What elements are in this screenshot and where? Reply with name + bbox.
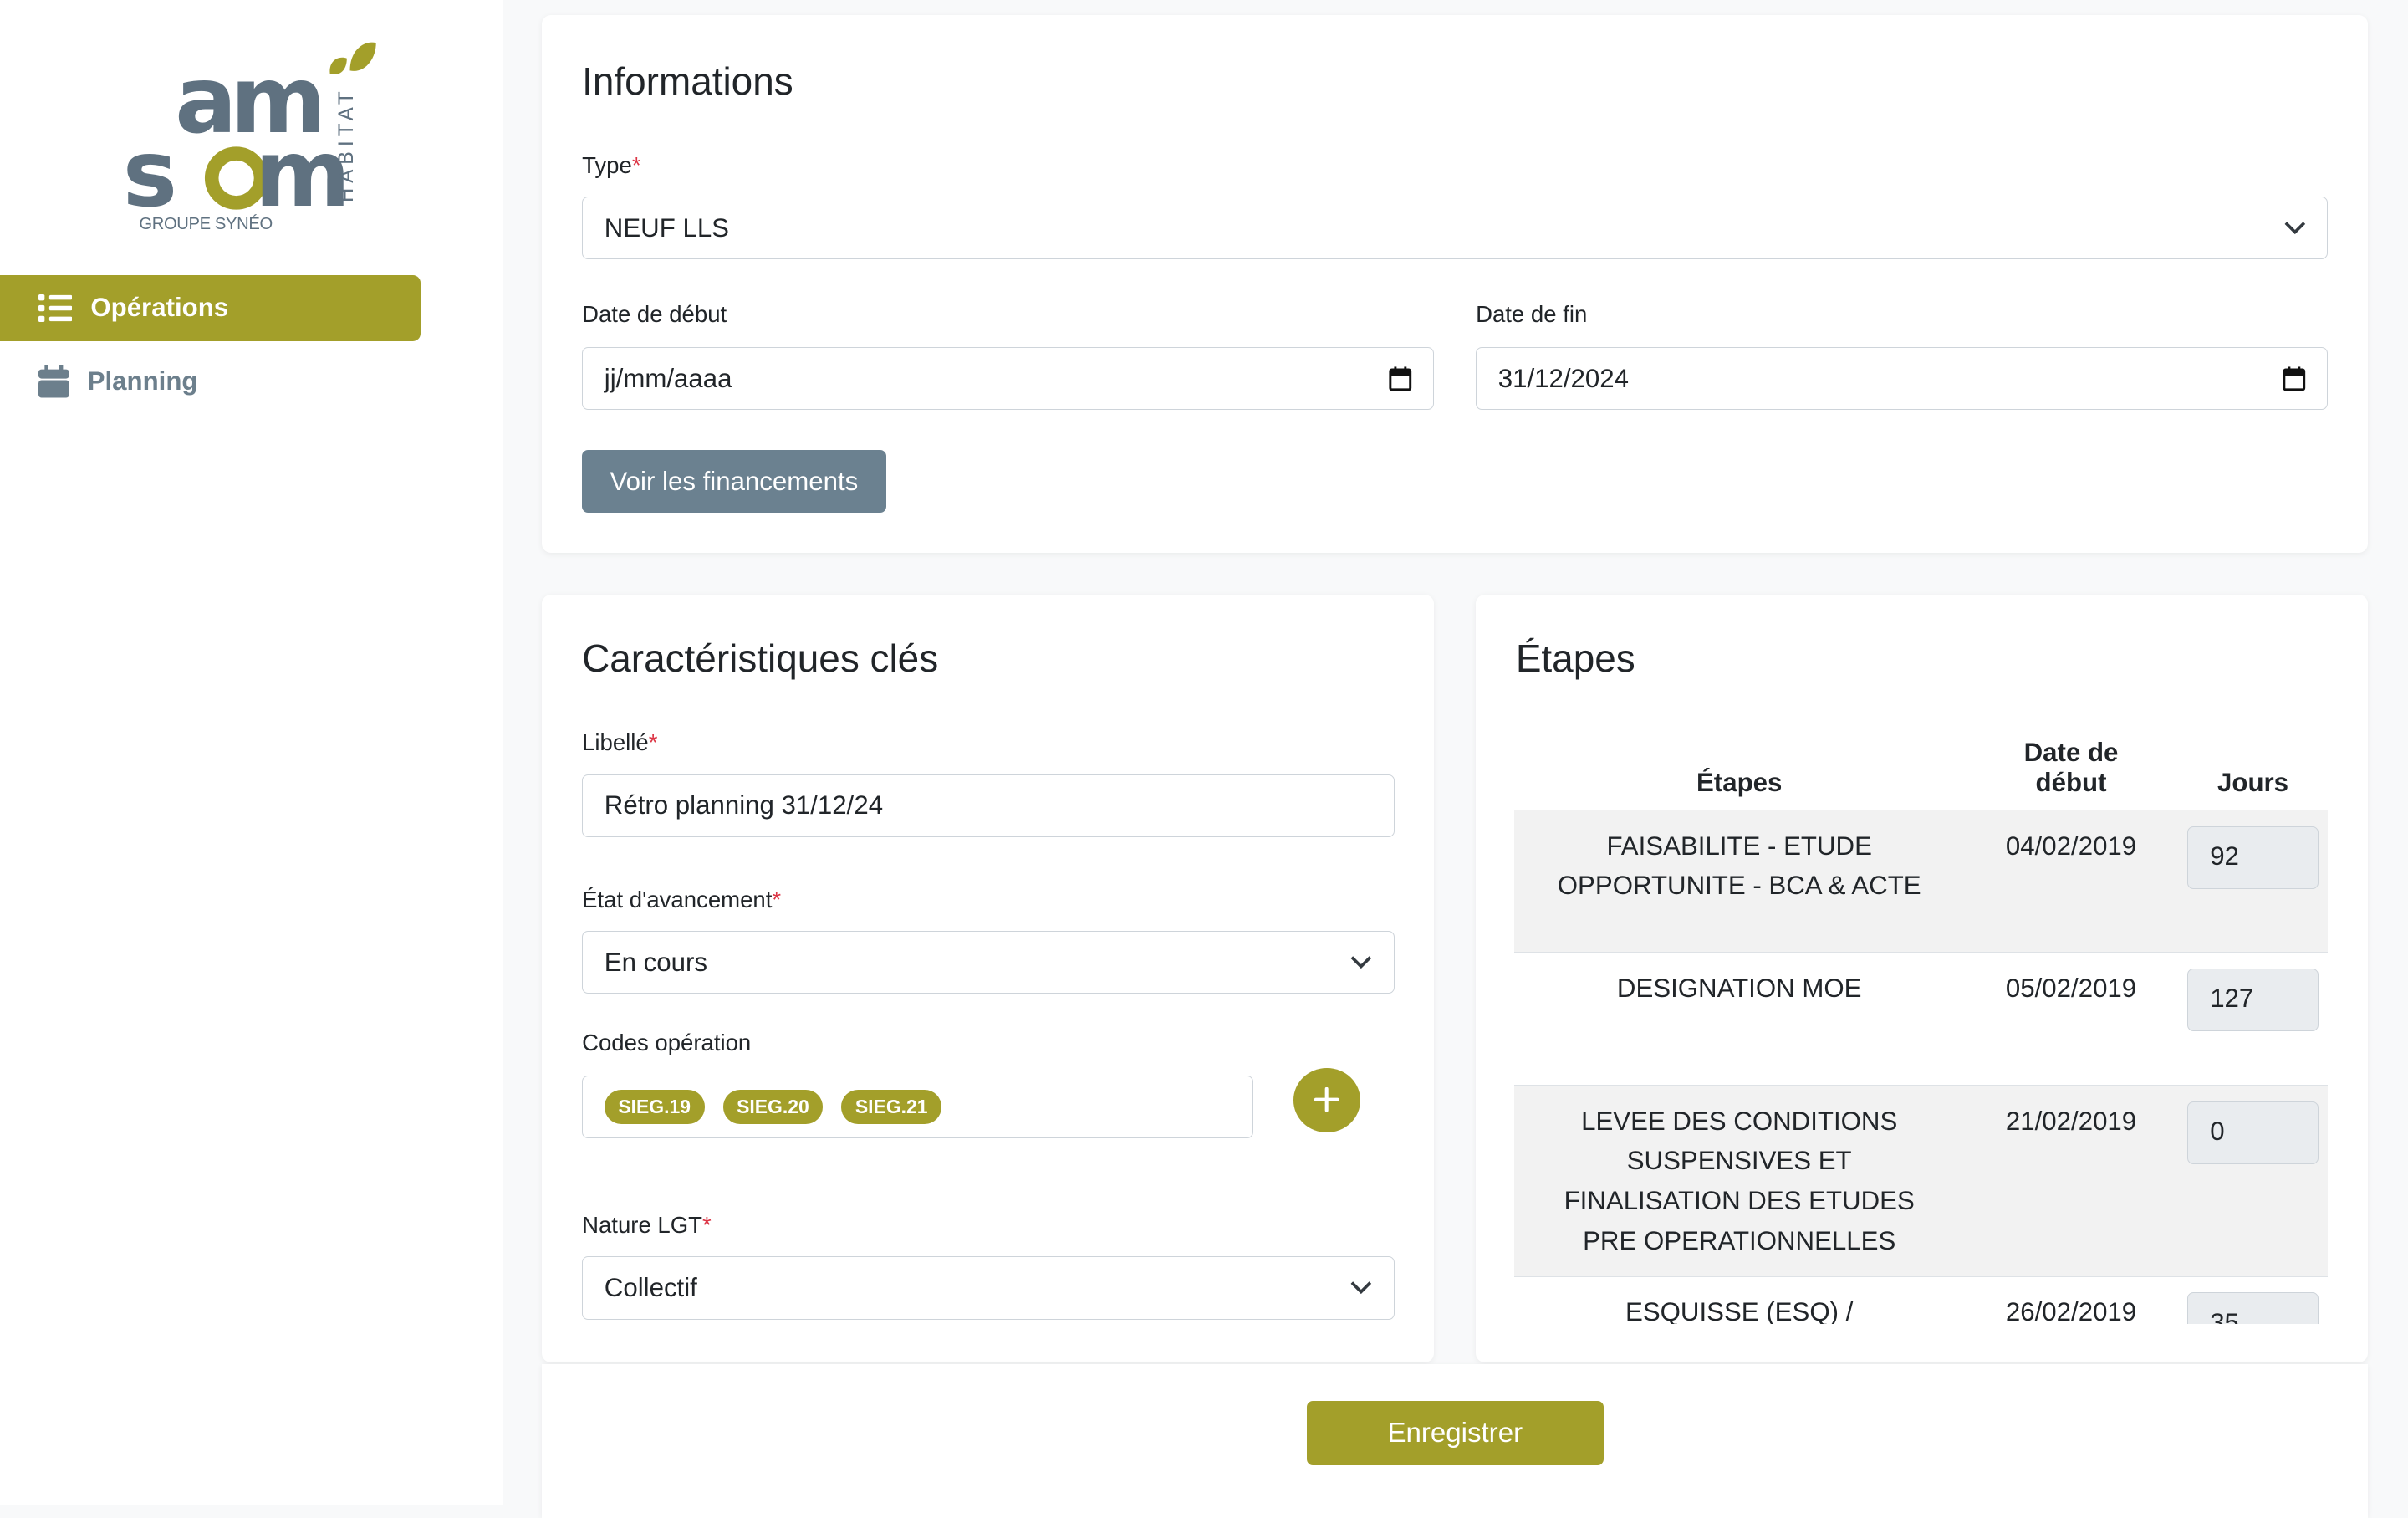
codes-input[interactable]: SIEG.19 SIEG.20 SIEG.21	[582, 1075, 1253, 1138]
nature-select-value: Collectif	[604, 1273, 697, 1303]
nature-select[interactable]: Collectif	[582, 1256, 1395, 1320]
end-date-label: Date de fin	[1476, 300, 1588, 327]
step-name: FAISABILITE - ETUDE OPPORTUNITE - BCA & …	[1513, 810, 1965, 953]
step-days-cell: 35	[2177, 1275, 2329, 1325]
type-select[interactable]: NEUF LLS	[582, 197, 2329, 260]
etapes-title: Étapes	[1515, 636, 1635, 681]
step-name: ESQUISSE (ESQ) / DIAGNOSTIC	[1513, 1275, 1965, 1325]
chevron-down-icon	[1350, 1281, 1372, 1295]
table-row: ESQUISSE (ESQ) / DIAGNOSTIC 26/02/2019 3…	[1513, 1275, 2329, 1325]
plus-icon	[1314, 1087, 1339, 1112]
step-date: 21/02/2019	[1964, 1085, 2178, 1277]
etapes-table-scroll[interactable]: Étapes Date de début Jours FAISABILITE -…	[1513, 724, 2329, 1325]
step-days-input[interactable]: 35	[2187, 1292, 2319, 1325]
svg-text:a: a	[175, 47, 237, 154]
step-name: LEVEE DES CONDITIONS SUSPENSIVES ET FINA…	[1513, 1085, 1965, 1277]
type-select-value: NEUF LLS	[604, 212, 730, 243]
nature-label: Nature LGT*	[582, 1212, 712, 1239]
table-row: LEVEE DES CONDITIONS SUSPENSIVES ET FINA…	[1513, 1085, 2329, 1277]
step-days-cell: 92	[2177, 810, 2329, 953]
column-header-etapes: Étapes	[1513, 724, 1965, 811]
type-label: Type*	[582, 151, 641, 178]
code-tag[interactable]: SIEG.19	[604, 1090, 705, 1124]
step-date: 26/02/2019	[1964, 1275, 2178, 1325]
step-days-input[interactable]: 92	[2187, 825, 2319, 889]
add-code-button[interactable]	[1293, 1067, 1361, 1132]
list-icon	[38, 294, 73, 322]
view-financing-button[interactable]: Voir les financements	[582, 450, 886, 514]
libelle-value: Rétro planning 31/12/24	[604, 790, 884, 820]
table-row: FAISABILITE - ETUDE OPPORTUNITE - BCA & …	[1513, 810, 2329, 953]
nav-item-label: Opérations	[90, 293, 229, 323]
step-days-cell: 127	[2177, 952, 2329, 1086]
calendar-icon	[38, 365, 69, 398]
step-days-input[interactable]: 127	[2187, 968, 2319, 1031]
end-date-value: 31/12/2024	[1497, 363, 1630, 393]
svg-text:HABITAT: HABITAT	[334, 87, 358, 202]
svg-text:s: s	[123, 120, 178, 227]
etat-select-value: En cours	[604, 947, 707, 977]
step-name: DESIGNATION MOE	[1513, 952, 1965, 1086]
calendar-icon[interactable]	[1389, 366, 1412, 391]
libelle-label: Libellé*	[582, 729, 658, 756]
nav-item-planning[interactable]: Planning	[0, 349, 421, 415]
start-date-label: Date de début	[582, 300, 727, 327]
start-date-value: jj/mm/aaaa	[604, 363, 732, 393]
table-row: DESIGNATION MOE 05/02/2019 127	[1513, 952, 2329, 1086]
chevron-down-icon	[2284, 222, 2306, 234]
etat-label: État d'avancement*	[582, 886, 782, 912]
logo-subtitle: GROUPE SYNÉO	[139, 215, 273, 234]
codes-label: Codes opération	[582, 1029, 752, 1055]
column-header-jours: Jours	[2177, 724, 2329, 811]
nav-item-operations[interactable]: Opérations	[0, 274, 421, 341]
libelle-input[interactable]: Rétro planning 31/12/24	[582, 774, 1395, 837]
step-days-cell: 0	[2177, 1085, 2329, 1277]
nav-item-label: Planning	[87, 366, 198, 396]
informations-title: Informations	[582, 59, 793, 103]
code-tag[interactable]: SIEG.21	[841, 1090, 942, 1124]
sidebar: a m s m HABITAT GROUPE SYNÉO Opérations …	[0, 0, 503, 1505]
column-header-date: Date de début	[1964, 724, 2178, 811]
save-button[interactable]: Enregistrer	[1307, 1401, 1604, 1466]
end-date-input[interactable]: 31/12/2024	[1476, 347, 2329, 411]
chevron-down-icon	[1350, 955, 1372, 969]
step-days-input[interactable]: 0	[2187, 1101, 2319, 1164]
step-date: 05/02/2019	[1964, 952, 2178, 1086]
etat-select[interactable]: En cours	[582, 931, 1395, 994]
calendar-icon[interactable]	[2283, 366, 2306, 391]
step-date: 04/02/2019	[1964, 810, 2178, 953]
code-tag[interactable]: SIEG.20	[722, 1090, 824, 1124]
amsom-logo: a m s m HABITAT	[123, 42, 376, 227]
start-date-input[interactable]: jj/mm/aaaa	[582, 347, 1435, 411]
caracteristiques-title: Caractéristiques clés	[582, 636, 939, 681]
etapes-table: Étapes Date de début Jours FAISABILITE -…	[1513, 724, 2329, 1325]
